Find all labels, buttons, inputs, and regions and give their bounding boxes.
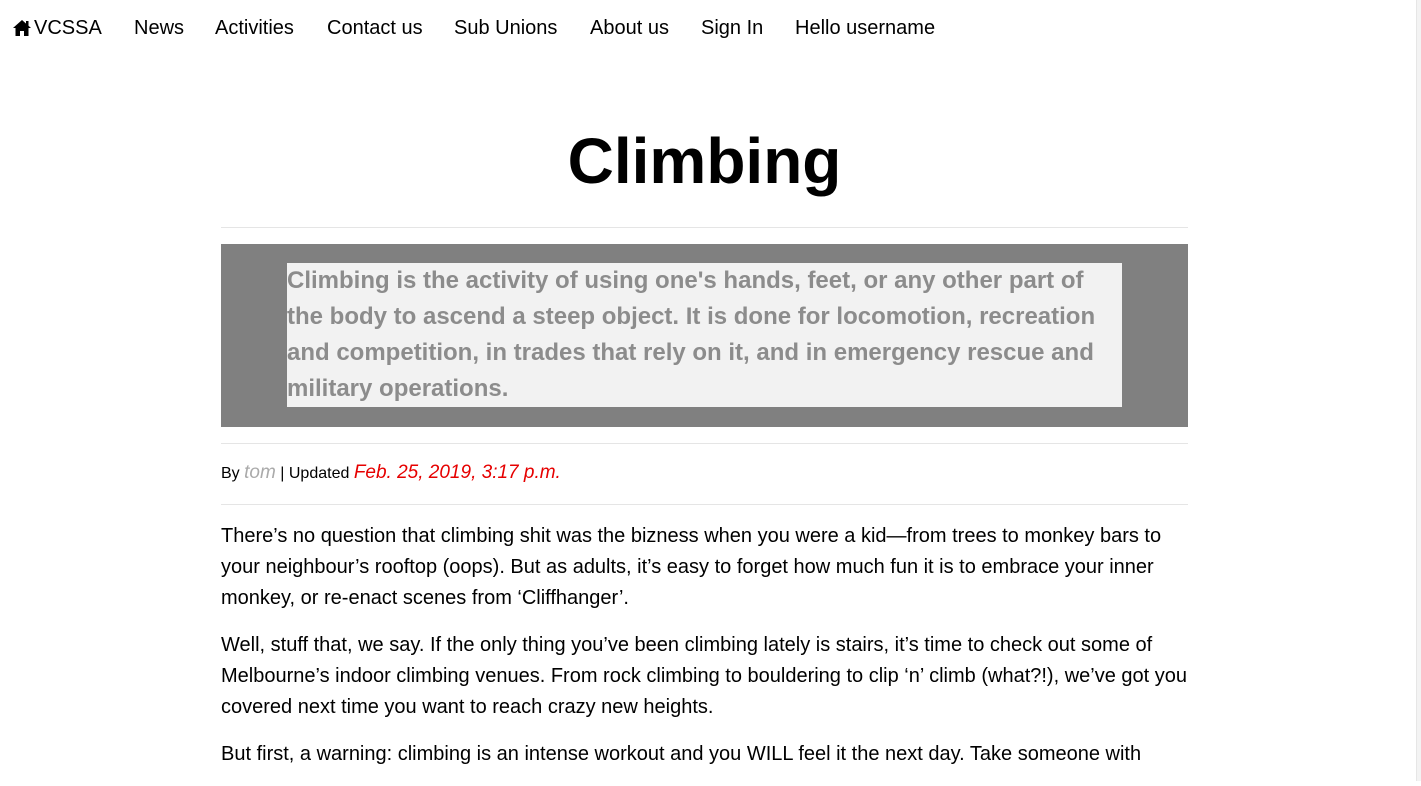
byline-updated-label: | Updated: [280, 465, 350, 482]
title-divider: [221, 227, 1188, 228]
article-summary: Climbing is the activity of using one's …: [287, 263, 1122, 407]
article-paragraph: Well, stuff that, we say. If the only th…: [221, 634, 1187, 718]
nav-item-contact-us[interactable]: Contact us: [327, 17, 423, 40]
nav-item-activities[interactable]: Activities: [215, 17, 294, 40]
brand-link[interactable]: VCSSA: [12, 17, 102, 40]
byline-divider: [221, 504, 1188, 505]
article-paragraph: But first, a warning: climbing is an int…: [221, 743, 1142, 765]
byline-by-label: By: [221, 465, 240, 482]
byline-date: Feb. 25, 2019, 3:17 p.m.: [353, 462, 561, 483]
article-body: There’s no question that climbing shit w…: [221, 521, 1188, 786]
article-paragraph: There’s no question that climbing shit w…: [221, 525, 1162, 609]
brand-label: VCSSA: [34, 17, 102, 39]
home-icon: [12, 18, 32, 38]
nav-item-sign-in[interactable]: Sign In: [701, 17, 763, 40]
summary-box: Climbing is the activity of using one's …: [221, 244, 1188, 427]
nav-item-sub-unions[interactable]: Sub Unions: [454, 17, 557, 40]
summary-divider: [221, 443, 1188, 444]
byline-author-link[interactable]: tom: [244, 462, 276, 483]
nav-item-about-us[interactable]: About us: [590, 17, 669, 40]
top-navbar: VCSSA News Activities Contact us Sub Uni…: [0, 0, 1421, 58]
page-scrollbar[interactable]: [1416, 0, 1421, 781]
nav-item-news[interactable]: News: [134, 17, 184, 40]
article-byline: By tom | Updated Feb. 25, 2019, 3:17 p.m…: [221, 462, 561, 484]
article-title: Climbing: [567, 125, 842, 197]
nav-item-user-greeting[interactable]: Hello username: [795, 17, 935, 40]
